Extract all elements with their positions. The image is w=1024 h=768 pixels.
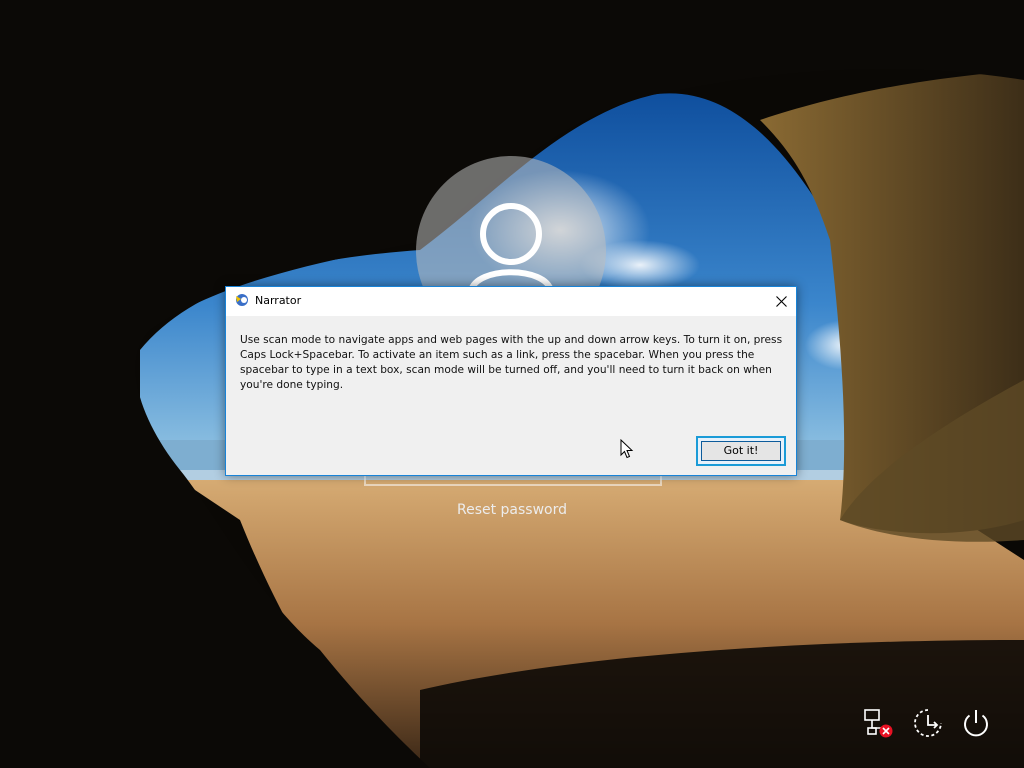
power-icon xyxy=(964,710,988,737)
reset-password-link[interactable]: Reset password xyxy=(380,502,644,518)
network-button[interactable] xyxy=(862,706,896,740)
got-it-button[interactable]: Got it! xyxy=(696,436,786,466)
dialog-message: Use scan mode to navigate apps and web p… xyxy=(240,334,783,391)
narrator-icon xyxy=(236,294,248,306)
close-button[interactable] xyxy=(766,287,796,316)
ease-of-access-icon xyxy=(914,709,942,737)
power-button[interactable] xyxy=(959,706,993,740)
network-disconnected-icon xyxy=(864,709,893,738)
close-icon xyxy=(776,296,787,307)
dialog-title-bar: Narrator xyxy=(226,287,796,316)
dialog-title: Narrator xyxy=(255,294,302,307)
ease-of-access-button[interactable] xyxy=(911,706,945,740)
got-it-button-label: Got it! xyxy=(701,441,781,461)
mouse-cursor-icon xyxy=(620,439,634,459)
narrator-dialog: Narrator Use scan mode to navigate apps … xyxy=(225,286,797,476)
